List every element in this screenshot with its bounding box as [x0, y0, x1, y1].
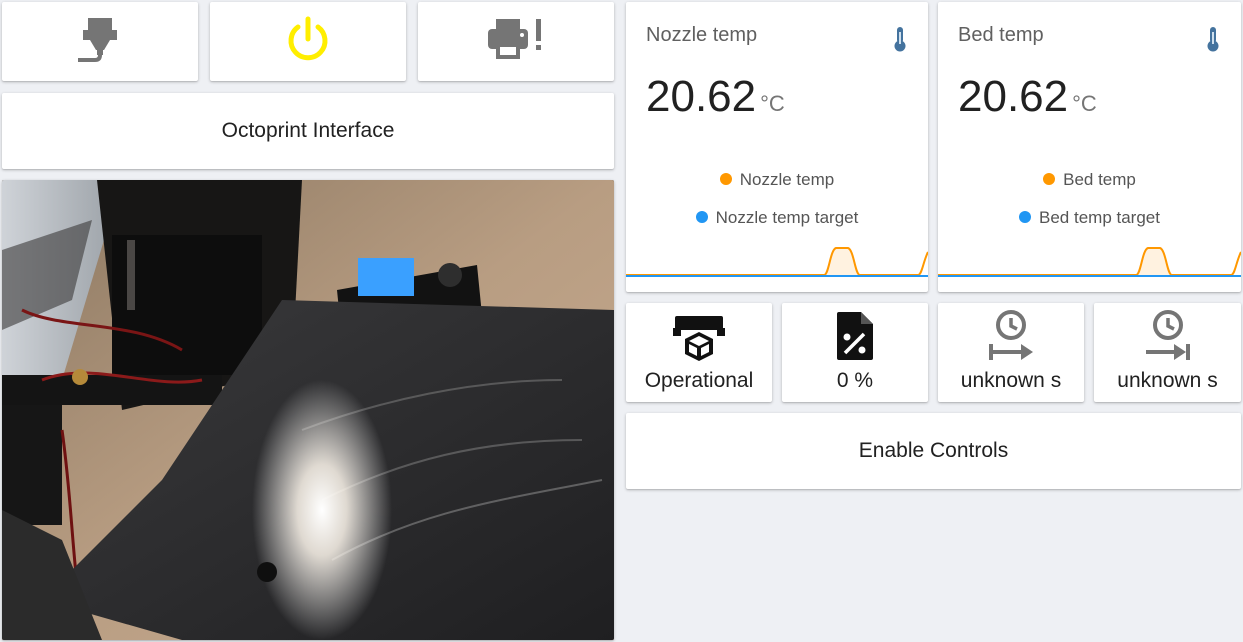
stat-label: unknown s — [960, 369, 1062, 392]
extruder-button[interactable] — [2, 2, 198, 81]
stat-label: Operational — [644, 369, 754, 392]
printer-alert-icon — [486, 15, 546, 68]
file-percent-icon — [833, 310, 877, 367]
printer-bed-photo — [2, 180, 614, 640]
thermometer-icon — [892, 26, 908, 57]
printer-3d-nozzle-icon — [75, 14, 125, 69]
stat-label: 0 % — [836, 369, 874, 392]
bed-temp-card[interactable]: Bed temp 20.62 °C Bed temp Bed temp targe… — [938, 2, 1241, 292]
power-icon — [284, 15, 332, 68]
sensor-name: Nozzle temp — [646, 24, 758, 46]
temperature-graph — [626, 247, 928, 277]
sensor-name: Bed temp — [958, 24, 1044, 46]
legend-item[interactable]: Bed temp — [938, 170, 1241, 190]
sensor-value: 20.62 °C — [646, 72, 785, 121]
sensor-unit: °C — [1072, 91, 1097, 116]
power-button[interactable] — [210, 2, 406, 81]
time-remaining-tile[interactable]: unknown s — [1094, 303, 1241, 402]
sensor-value: 20.62 °C — [958, 72, 1097, 121]
time-elapsed-tile[interactable]: unknown s — [938, 303, 1084, 402]
printer-alert-button[interactable] — [418, 2, 614, 81]
temperature-graph — [938, 247, 1241, 277]
enable-controls-button[interactable]: Enable Controls — [626, 413, 1241, 489]
clock-start-icon — [985, 310, 1037, 367]
clock-end-icon — [1142, 310, 1194, 367]
nozzle-temp-card[interactable]: Nozzle temp 20.62 °C Nozzle temp Nozzle t… — [626, 2, 928, 292]
card-title: Octoprint Interface — [221, 119, 395, 142]
camera-feed[interactable] — [2, 180, 614, 640]
thermometer-icon — [1205, 26, 1221, 57]
legend-item[interactable]: Nozzle temp — [626, 170, 928, 190]
legend-item[interactable]: Nozzle temp target — [626, 208, 928, 228]
legend-item[interactable]: Bed temp target — [938, 208, 1241, 228]
octoprint-interface-card[interactable]: Octoprint Interface — [2, 93, 614, 169]
printer-3d-icon — [673, 314, 725, 367]
stat-label: unknown s — [1117, 369, 1218, 392]
sensor-unit: °C — [760, 91, 785, 116]
print-progress-tile[interactable]: 0 % — [782, 303, 928, 402]
printer-state-tile[interactable]: Operational — [626, 303, 772, 402]
button-label: Enable Controls — [858, 439, 1009, 462]
